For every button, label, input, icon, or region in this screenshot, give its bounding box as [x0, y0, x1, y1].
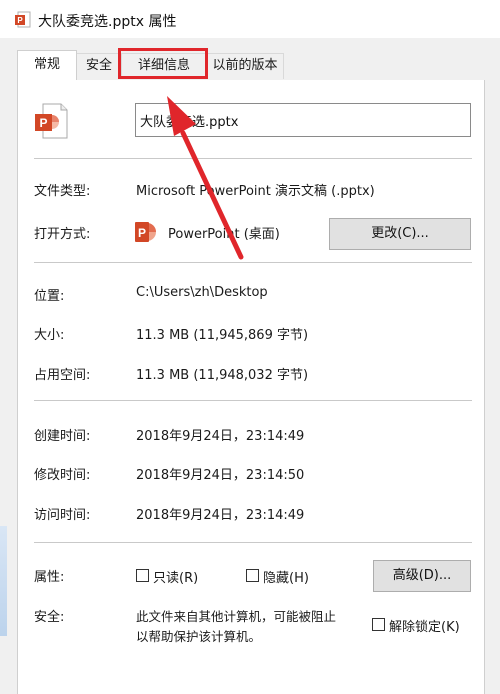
svg-text:P: P	[138, 226, 146, 240]
accessed-label: 访问时间:	[34, 508, 91, 523]
window-right-border	[485, 80, 500, 694]
size-label: 大小:	[34, 328, 65, 343]
file-type-value: Microsoft PowerPoint 演示文稿 (.pptx)	[136, 184, 375, 199]
unblock-label[interactable]: 解除锁定(K)	[389, 616, 460, 635]
created-label: 创建时间:	[34, 429, 91, 444]
attributes-label: 属性:	[34, 570, 65, 585]
readonly-checkbox[interactable]	[136, 569, 149, 582]
security-label: 安全:	[34, 610, 65, 625]
location-label: 位置:	[34, 289, 65, 304]
hidden-label[interactable]: 隐藏(H)	[263, 567, 309, 586]
svg-text:P: P	[17, 16, 23, 25]
desktop-background-edge	[0, 526, 7, 636]
pptx-file-icon: P	[35, 103, 68, 139]
accessed-value: 2018年9月24日，23:14:49	[136, 508, 305, 523]
powerpoint-icon: P	[135, 222, 157, 242]
window-title: 大队委竞选.pptx 属性	[38, 14, 177, 30]
separator	[34, 400, 472, 401]
location-value: C:\Users\zh\Desktop	[136, 285, 268, 300]
powerpoint-icon: P	[15, 11, 31, 28]
details-tab-highlight	[118, 48, 208, 79]
unblock-checkbox[interactable]	[372, 618, 385, 631]
svg-text:P: P	[39, 116, 47, 130]
readonly-label[interactable]: 只读(R)	[153, 567, 198, 586]
size-on-disk-value: 11.3 MB (11,948,032 字节)	[136, 368, 309, 383]
advanced-button[interactable]: 高级(D)...	[373, 560, 471, 592]
hidden-checkbox[interactable]	[246, 569, 259, 582]
created-value: 2018年9月24日，23:14:49	[136, 429, 305, 444]
separator	[34, 158, 472, 159]
opens-with-label: 打开方式:	[34, 227, 91, 242]
security-message-line1: 此文件来自其他计算机，可能被阻止	[136, 609, 337, 624]
general-panel	[17, 80, 485, 694]
separator	[34, 262, 472, 263]
title-bar: P 大队委竞选.pptx 属性	[0, 0, 500, 38]
size-on-disk-label: 占用空间:	[34, 368, 91, 383]
tab-security[interactable]: 安全	[76, 53, 122, 79]
modified-label: 修改时间:	[34, 468, 91, 483]
separator	[34, 542, 472, 543]
security-message-line2: 以帮助保护该计算机。	[136, 629, 262, 644]
file-type-label: 文件类型:	[34, 184, 91, 199]
change-button[interactable]: 更改(C)...	[329, 218, 471, 250]
tab-previous-versions[interactable]: 以前的版本	[206, 53, 284, 79]
tab-bar: 常规 安全 详细信息 以前的版本	[0, 38, 500, 80]
filename-field[interactable]	[135, 103, 471, 137]
size-value: 11.3 MB (11,945,869 字节)	[136, 328, 309, 343]
opens-with-value: PowerPoint (桌面)	[168, 227, 280, 242]
modified-value: 2018年9月24日，23:14:50	[136, 468, 305, 483]
tab-general[interactable]: 常规	[17, 50, 77, 80]
